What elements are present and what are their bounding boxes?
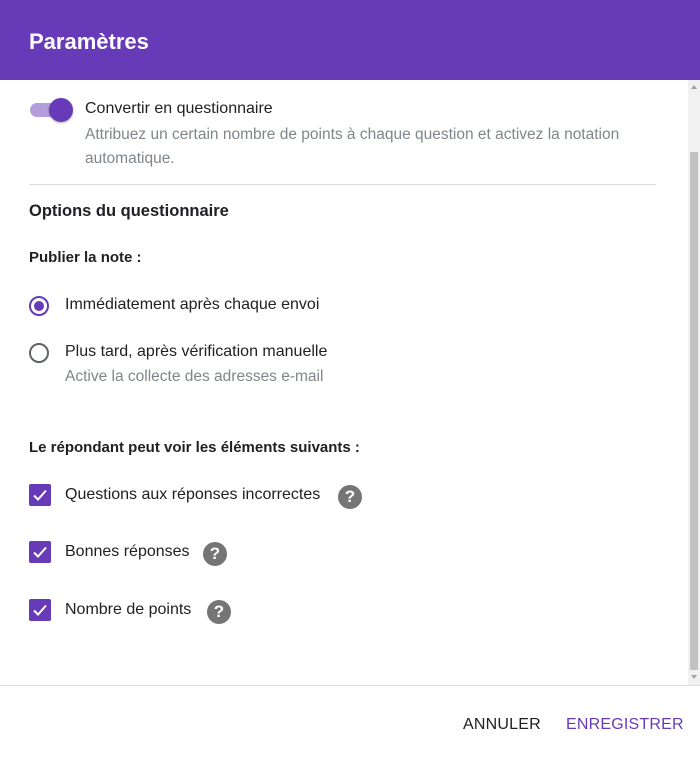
save-button[interactable]: ENREGISTRER [566, 716, 684, 734]
help-icon[interactable]: ? [338, 485, 362, 509]
check-icon [33, 546, 47, 558]
checkbox-point-values[interactable] [29, 599, 51, 621]
scroll-down-arrow-icon[interactable] [688, 671, 700, 685]
dialog-title: Paramètres [29, 29, 149, 54]
quiz-toggle[interactable] [29, 98, 73, 122]
checkbox-incorrect-questions[interactable] [29, 484, 51, 506]
divider [29, 184, 656, 185]
footer-divider [0, 685, 700, 686]
scroll-up-arrow-icon[interactable] [688, 80, 700, 94]
scrollbar-thumb[interactable] [690, 152, 698, 670]
check-icon [33, 489, 47, 501]
quiz-toggle-label: Convertir en questionnaire [85, 100, 273, 117]
vertical-scrollbar[interactable] [688, 80, 700, 685]
help-icon[interactable]: ? [203, 542, 227, 566]
publish-grade-title: Publier la note : [29, 249, 142, 266]
respondent-can-see-title: Le répondant peut voir les éléments suiv… [29, 439, 360, 456]
radio-later-label[interactable]: Plus tard, après vérification manuelle [65, 343, 327, 361]
cancel-button[interactable]: ANNULER [463, 716, 541, 734]
radio-immediately[interactable] [29, 296, 49, 316]
radio-later-sublabel: Active la collecte des adresses e-mail [65, 368, 324, 385]
quiz-toggle-description: Attribuez un certain nombre de points à … [85, 126, 620, 167]
quiz-options-title: Options du questionnaire [29, 202, 229, 220]
checkbox-correct-answers-label[interactable]: Bonnes réponses [65, 543, 190, 561]
checkbox-incorrect-questions-label[interactable]: Questions aux réponses incorrectes [65, 486, 320, 504]
toggle-thumb [49, 98, 73, 122]
checkbox-point-values-label[interactable]: Nombre de points [65, 601, 191, 619]
radio-later[interactable] [29, 343, 49, 363]
checkbox-correct-answers[interactable] [29, 541, 51, 563]
radio-immediately-label[interactable]: Immédiatement après chaque envoi [65, 296, 319, 314]
help-icon[interactable]: ? [207, 600, 231, 624]
check-icon [33, 604, 47, 616]
dialog-body: Convertir en questionnaire Attribuez un … [0, 80, 688, 685]
dialog-header: Paramètres [0, 0, 700, 80]
